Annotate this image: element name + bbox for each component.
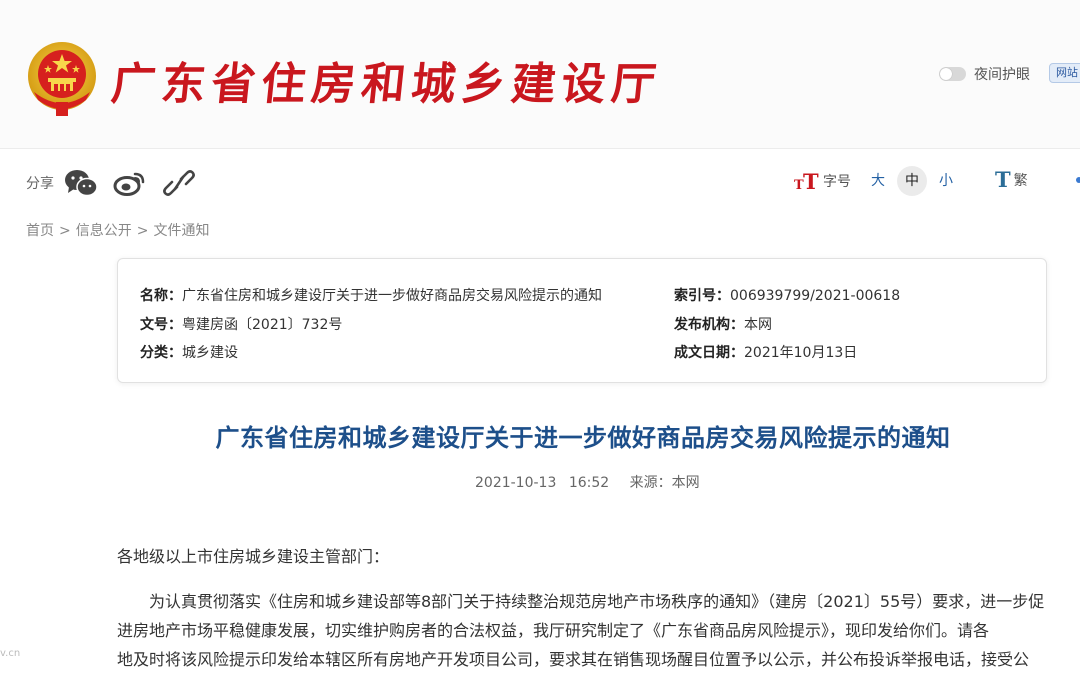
article-salutation: 各地级以上市住房城乡建设主管部门： — [117, 547, 390, 566]
breadcrumb-file-notice[interactable]: 文件通知 — [153, 223, 209, 239]
meta-publisher-label: 发布机构： — [674, 317, 744, 333]
toggle-switch[interactable] — [939, 67, 966, 81]
national-emblem-icon — [28, 42, 96, 116]
meta-category-value: 城乡建设 — [182, 345, 238, 361]
meta-date: 成文日期：2021年10月13日 — [674, 342, 857, 362]
font-size-small[interactable]: 小 — [931, 166, 961, 196]
article-title: 广东省住房和城乡建设厅关于进一步做好商品房交易风险提示的通知 — [215, 424, 951, 452]
night-mode-toggle[interactable]: 夜间护眼 — [939, 64, 1030, 84]
breadcrumb-separator: > — [59, 223, 71, 239]
link-icon[interactable] — [162, 168, 196, 198]
wechat-icon[interactable] — [64, 168, 98, 198]
font-size-medium[interactable]: 中 — [897, 166, 927, 196]
meta-category: 分类：城乡建设 — [140, 342, 238, 362]
meta-category-label: 分类： — [140, 345, 182, 361]
site-name[interactable]: 广东省住房和城乡建设厅 — [109, 48, 666, 112]
meta-index: 索引号：006939799/2021-00618 — [674, 285, 900, 305]
share-bar: 分享 — [26, 168, 211, 198]
article-paragraph: 为认真贯彻落实《住房和城乡建设部等8部门关于持续整治规范房地产市场秩序的通知》（… — [117, 587, 1049, 674]
svg-text:T: T — [803, 171, 819, 191]
traditional-label: 繁 — [1013, 173, 1028, 189]
breadcrumb-info-public[interactable]: 信息公开 — [76, 223, 132, 239]
meta-index-value: 006939799/2021-00618 — [730, 288, 901, 304]
meta-date-label: 成文日期： — [674, 345, 744, 361]
paragraph-line: 为认真贯彻落实《住房和城乡建设部等8部门关于持续整治规范房地产市场秩序的通知》（… — [149, 592, 1045, 611]
site-header: 广东省住房和城乡建设厅 夜间护眼 网站 — [0, 0, 1080, 149]
article-date: 2021-10-13 — [475, 475, 557, 491]
meta-name-value: 广东省住房和城乡建设厅关于进一步做好商品房交易风险提示的通知 — [182, 288, 602, 304]
breadcrumb: 首页 > 信息公开 > 文件通知 — [26, 220, 209, 240]
meta-name-label: 名称： — [140, 288, 182, 304]
font-size-label: 字号 — [823, 174, 851, 190]
paragraph-line: 地及时将该风险提示印发给本辖区所有房地产开发项目公司，要求其在销售现场醒目位置予… — [117, 650, 1030, 669]
article-info: 2021-10-13 16:52 来源：本网 — [475, 472, 708, 492]
meta-index-label: 索引号： — [674, 288, 730, 304]
breadcrumb-separator: > — [136, 223, 149, 239]
article-time: 16:52 — [568, 475, 610, 491]
traditional-chinese-button[interactable]: T 繁 — [995, 167, 1028, 192]
traditional-icon: T — [995, 167, 1011, 192]
watermark: v.cn — [0, 648, 21, 659]
breadcrumb-home[interactable]: 首页 — [26, 223, 54, 239]
document-meta-box: 名称：广东省住房和城乡建设厅关于进一步做好商品房交易风险提示的通知 文号：粤建房… — [117, 258, 1047, 383]
night-mode-label: 夜间护眼 — [974, 67, 1030, 83]
meta-publisher-value: 本网 — [744, 317, 772, 333]
meta-publisher: 发布机构：本网 — [674, 314, 772, 334]
meta-date-value: 2021年10月13日 — [744, 345, 858, 361]
font-size-icon: T T — [794, 171, 819, 191]
paragraph-line: 进房地产市场平稳健康发展，切实维护购房者的合法权益，我厅研究制定了《广东省商品房… — [117, 621, 990, 640]
article-source: 来源：本网 — [629, 475, 700, 491]
share-label: 分享 — [26, 176, 54, 192]
meta-name: 名称：广东省住房和城乡建设厅关于进一步做好商品房交易风险提示的通知 — [140, 285, 602, 305]
font-size-large[interactable]: 大 — [863, 166, 893, 196]
meta-doc-no: 文号：粤建房函〔2021〕732号 — [140, 314, 342, 334]
site-button[interactable]: 网站 — [1049, 63, 1080, 83]
meta-doc-no-value: 粤建房函〔2021〕732号 — [182, 317, 343, 333]
accessibility-dot-icon[interactable] — [1076, 177, 1080, 183]
meta-doc-no-label: 文号： — [140, 317, 182, 333]
font-size-tools: T T 字号 大 中 小 — [794, 166, 965, 196]
weibo-icon[interactable] — [113, 168, 147, 198]
